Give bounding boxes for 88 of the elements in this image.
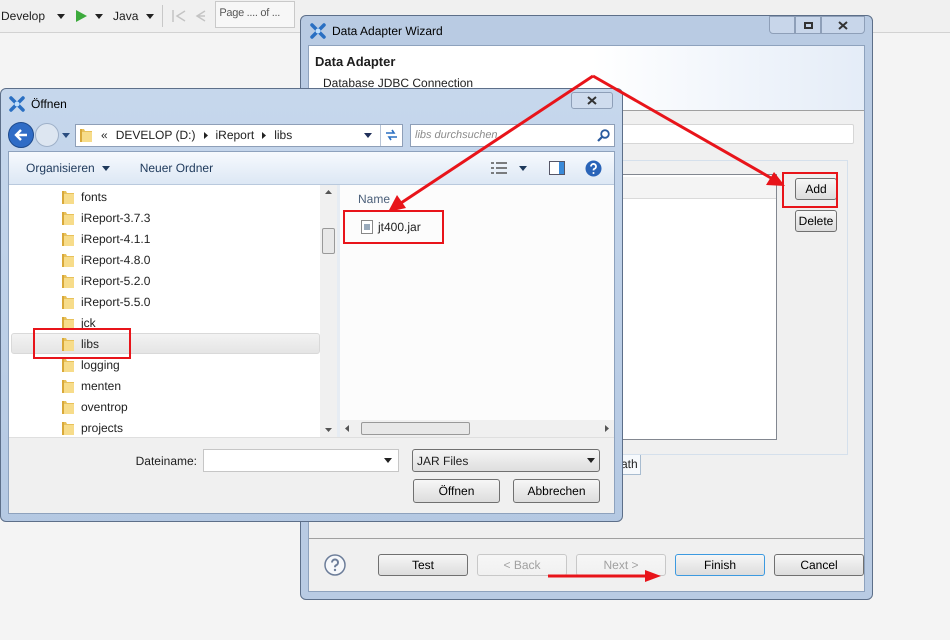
close-icon <box>587 96 597 105</box>
preview-pane-icon[interactable] <box>549 161 565 175</box>
breadcrumb-item[interactable]: libs <box>274 126 292 144</box>
folder-icon <box>61 252 75 268</box>
file-item[interactable]: jt400.jar <box>351 216 614 238</box>
app-icon <box>310 22 326 38</box>
caret-icon <box>384 458 392 463</box>
folder-icon <box>61 336 75 352</box>
folder-item[interactable]: iReport-4.1.1 <box>11 228 320 249</box>
folder-icon <box>61 188 75 204</box>
scroll-thumb[interactable] <box>361 422 470 435</box>
folder-item[interactable]: oventrop <box>11 396 320 417</box>
scroll-right-icon[interactable] <box>605 425 609 432</box>
folder-icon <box>61 294 75 310</box>
command-button[interactable]: Organisieren <box>26 159 110 177</box>
folder-item[interactable]: projects <box>11 417 320 438</box>
folder-item[interactable]: libs <box>11 333 320 354</box>
close-button[interactable] <box>571 92 613 109</box>
command-button[interactable]: Neuer Ordner <box>140 159 214 177</box>
folder-icon <box>61 378 75 394</box>
folder-icon <box>79 127 93 143</box>
folder-item[interactable]: iReport-3.7.3 <box>11 207 320 228</box>
overflow-mark[interactable]: « <box>101 126 108 144</box>
folder-icon <box>61 398 75 414</box>
breadcrumb-item[interactable]: DEVELOP (D:) <box>116 126 196 144</box>
caret-icon <box>57 14 66 18</box>
caret-icon <box>62 132 70 138</box>
back-button[interactable] <box>8 122 34 148</box>
search-icon <box>597 128 610 142</box>
arrow-left-icon <box>14 129 28 141</box>
window-title: Öffnen <box>31 96 67 113</box>
window-title: Data Adapter Wizard <box>332 22 443 40</box>
folder-icon <box>61 314 75 330</box>
folder-item[interactable]: iReport-5.2.0 <box>11 270 320 291</box>
filename-field[interactable] <box>203 449 399 472</box>
profile-label[interactable]: Develop <box>1 7 46 25</box>
close-button[interactable] <box>821 16 865 34</box>
wizard-heading: Data Adapter <box>315 53 396 71</box>
dialog-button[interactable]: Test <box>378 554 468 576</box>
dialog-button[interactable]: Add <box>795 178 837 200</box>
dialog-button[interactable]: Öffnen <box>413 479 500 503</box>
maximize-button[interactable] <box>795 16 821 34</box>
filename-label: Dateiname: <box>136 452 197 470</box>
scroll-thumb[interactable] <box>322 228 335 254</box>
file-icon <box>361 220 373 234</box>
address-bar[interactable]: « DEVELOP (D:) iReport libs <box>75 124 403 146</box>
dialog-button[interactable]: Delete <box>795 210 837 232</box>
dialog-button[interactable]: Cancel <box>774 554 864 576</box>
file-type-dropdown[interactable]: JAR Files <box>412 449 600 472</box>
caret-icon <box>364 132 372 138</box>
folder-item[interactable]: menten <box>11 375 320 396</box>
run-icon[interactable] <box>75 10 88 22</box>
refresh-icon <box>385 129 398 141</box>
folder-icon <box>61 210 75 226</box>
scroll-left-icon[interactable] <box>345 425 349 432</box>
caret-icon <box>587 458 595 463</box>
folder-icon <box>61 420 75 436</box>
dialog-button[interactable]: Finish <box>675 554 765 576</box>
caret-icon <box>146 14 154 18</box>
chevron-icon <box>204 132 208 138</box>
view-icon[interactable] <box>491 162 507 174</box>
folder-item[interactable]: iReport-4.8.0 <box>11 249 320 270</box>
scrollbar[interactable] <box>320 185 337 437</box>
caret-icon <box>519 166 527 170</box>
caret-icon <box>95 14 104 18</box>
scroll-down-icon[interactable] <box>325 428 332 432</box>
folder-icon <box>61 272 75 288</box>
dialog-button[interactable]: Abbrechen <box>513 479 600 503</box>
folder-item[interactable]: iReport-5.5.0 <box>11 291 320 312</box>
scroll-up-icon[interactable] <box>325 190 332 194</box>
close-icon <box>838 20 848 30</box>
caret-icon <box>102 166 110 170</box>
wizard-subtitle: Database JDBC Connection <box>323 76 474 90</box>
help-icon[interactable] <box>585 160 602 176</box>
horizontal-scrollbar[interactable] <box>340 420 614 437</box>
folder-item[interactable]: logging <box>11 354 320 375</box>
folder-item[interactable]: fonts <box>11 186 320 207</box>
folder-icon <box>61 356 75 372</box>
chevron-icon <box>262 132 266 138</box>
search-placeholder: libs durchsuchen <box>415 128 498 143</box>
folder-icon <box>61 230 75 246</box>
breadcrumb-item[interactable]: iReport <box>216 126 254 144</box>
language-label[interactable]: Java <box>113 7 138 25</box>
highlight-box <box>782 172 838 208</box>
help-icon[interactable] <box>324 554 346 576</box>
column-header[interactable]: Name <box>340 185 614 207</box>
app-icon <box>9 96 25 112</box>
page-field[interactable]: Page .... of ... <box>215 1 296 28</box>
